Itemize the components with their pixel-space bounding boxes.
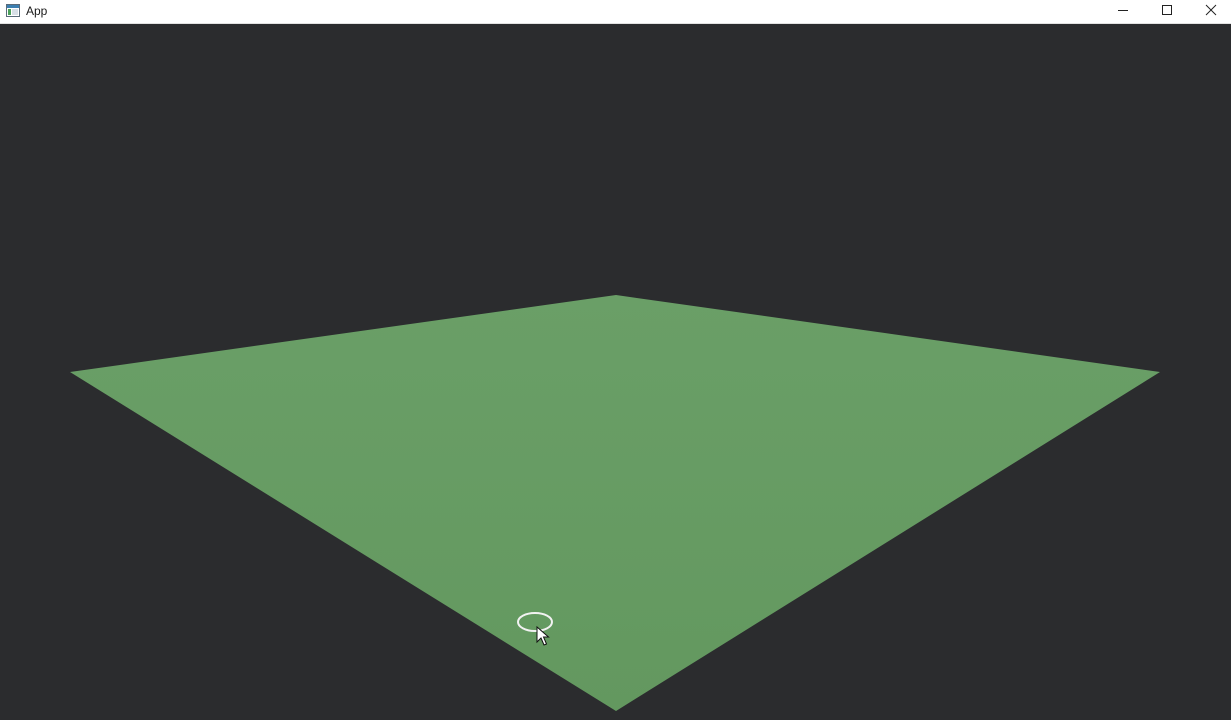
minimize-button[interactable] bbox=[1101, 0, 1145, 24]
app-window: App bbox=[0, 0, 1231, 720]
maximize-icon bbox=[1161, 3, 1173, 21]
app-window-icon bbox=[5, 3, 21, 19]
3d-viewport[interactable] bbox=[0, 24, 1231, 720]
title-bar[interactable]: App bbox=[0, 0, 1231, 24]
close-button[interactable] bbox=[1189, 0, 1231, 24]
minimize-icon bbox=[1117, 3, 1129, 21]
maximize-button[interactable] bbox=[1145, 0, 1189, 24]
window-title: App bbox=[26, 4, 48, 18]
scene-canvas[interactable] bbox=[0, 24, 1231, 720]
close-icon bbox=[1205, 3, 1217, 21]
ground-plane[interactable] bbox=[70, 295, 1160, 711]
